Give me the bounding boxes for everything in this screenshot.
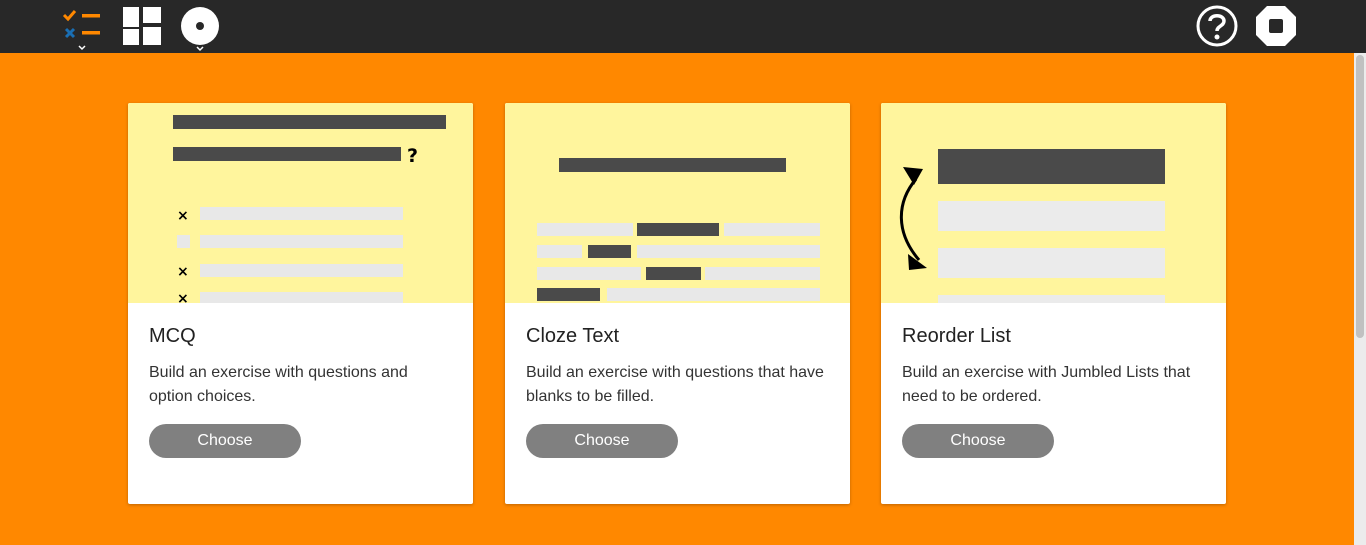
card-title: Reorder List	[902, 325, 1011, 347]
card-title: MCQ	[149, 325, 196, 347]
choose-button-cloze[interactable]: Choose	[526, 424, 678, 458]
cloze-illustration	[505, 103, 850, 303]
toolbar	[0, 0, 1366, 53]
choose-button-reorder[interactable]: Choose	[902, 424, 1054, 458]
card-cloze-text: Cloze Text Build an exercise with questi…	[505, 103, 850, 504]
card-title: Cloze Text	[526, 325, 620, 347]
scrollbar[interactable]	[1354, 53, 1366, 545]
stop-icon[interactable]	[1255, 5, 1297, 47]
card-reorder-list: Reorder List Build an exercise with Jumb…	[881, 103, 1226, 504]
record-icon[interactable]	[180, 6, 222, 52]
check-mark: ×	[177, 264, 189, 280]
reorder-illustration	[881, 103, 1226, 303]
card-description: Build an exercise with questions that ha…	[526, 364, 824, 405]
card-description: Build an exercise with questions and opt…	[149, 364, 408, 405]
check-mark: ×	[177, 208, 189, 224]
help-icon[interactable]	[1196, 5, 1238, 47]
scrollbar-thumb[interactable]	[1356, 55, 1364, 338]
question-mark: ?	[407, 145, 418, 167]
choose-button-mcq[interactable]: Choose	[149, 424, 301, 458]
layout-grid-icon[interactable]	[123, 7, 161, 45]
check-mark: ×	[177, 291, 189, 303]
activity-list-icon[interactable]	[62, 8, 102, 52]
mcq-illustration: ? × × ×	[128, 103, 473, 303]
card-mcq: ? × × × MCQ Build an exercise with quest…	[128, 103, 473, 504]
card-description: Build an exercise with Jumbled Lists tha…	[902, 364, 1191, 405]
